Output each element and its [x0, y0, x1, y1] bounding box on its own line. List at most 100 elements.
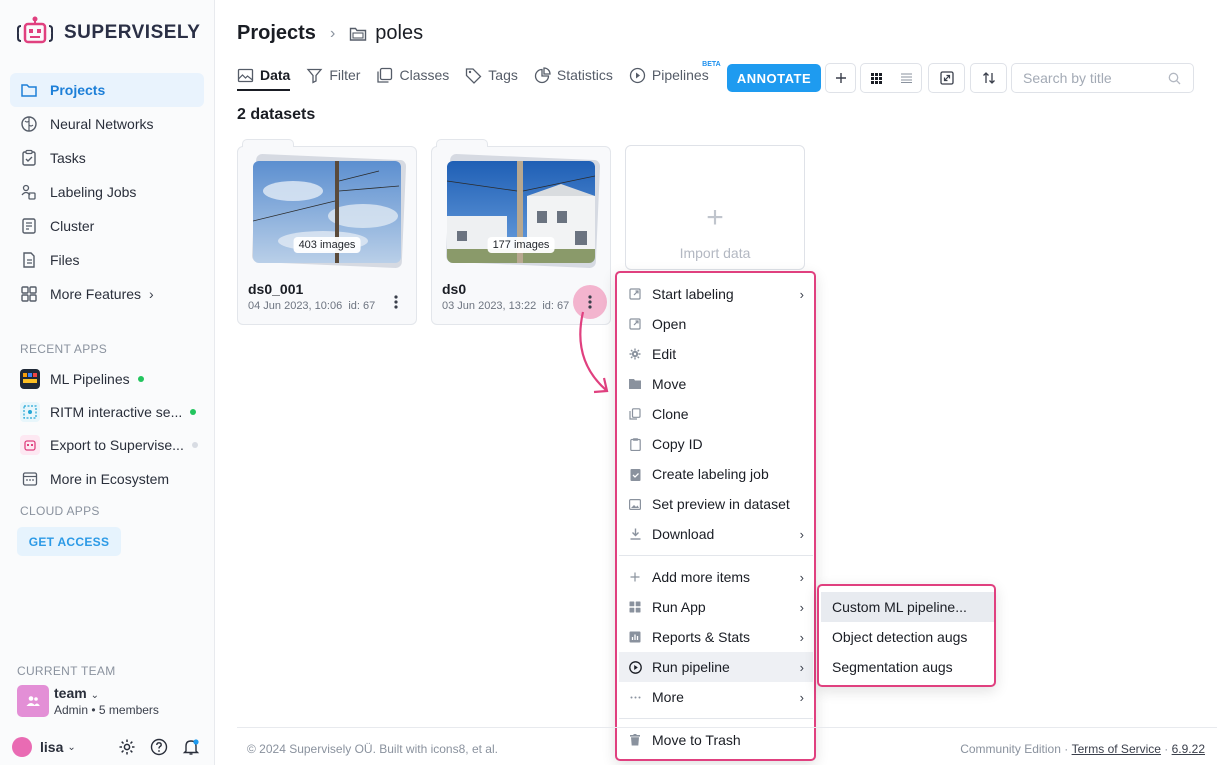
nav-item-cluster[interactable]: Cluster — [10, 209, 204, 243]
submenu-item-object-detection-augs[interactable]: Object detection augs — [821, 622, 994, 652]
dataset-card[interactable]: 177 images ds0 03 Jun 2023, 13:22 id: 67 — [431, 139, 611, 325]
menu-item-set-preview[interactable]: Set preview in dataset — [619, 489, 813, 519]
menu-item-download[interactable]: Download › — [619, 519, 813, 549]
breadcrumb: Projects › poles — [237, 22, 423, 45]
breadcrumb-projects-link[interactable]: Projects — [237, 22, 316, 45]
menu-item-open[interactable]: Open — [619, 309, 813, 339]
tab-classes[interactable]: Classes — [376, 67, 449, 84]
project-tabs: Data Filter Classes Tags Statistics Pipe… — [237, 61, 725, 91]
import-data-label: Import data — [679, 245, 751, 261]
menu-item-run-app[interactable]: Run App › — [619, 592, 813, 622]
dataset-name: ds0_001 — [248, 281, 304, 297]
chevron-right-icon: › — [799, 569, 804, 585]
chevron-right-icon: › — [149, 286, 154, 302]
menu-item-copy-id[interactable]: Copy ID — [619, 429, 813, 459]
clipboard-icon — [628, 437, 642, 451]
import-data-card[interactable]: + Import data — [625, 145, 805, 270]
tab-label: Pipelines — [651, 67, 709, 83]
terms-of-service-link[interactable]: Terms of Service — [1072, 742, 1161, 756]
menu-label: Set preview in dataset — [652, 496, 790, 512]
nav-label: Projects — [50, 82, 106, 98]
menu-item-start-labeling[interactable]: Start labeling › — [619, 279, 813, 309]
gear-icon[interactable] — [118, 738, 136, 756]
recent-app-ml-pipelines[interactable]: ML Pipelines — [20, 369, 200, 389]
image-icon — [628, 497, 642, 511]
submenu-item-segmentation-augs[interactable]: Segmentation augs — [821, 652, 994, 682]
search-icon — [1168, 72, 1181, 84]
help-icon[interactable] — [150, 738, 168, 756]
sidebar: SUPERVISELY Projects Neural Networks Tas… — [0, 0, 215, 765]
footer-edition: Community Edition — [960, 742, 1061, 756]
menu-item-run-pipeline[interactable]: Run pipeline › — [619, 652, 813, 682]
nav-item-files[interactable]: Files — [10, 243, 204, 277]
team-switcher[interactable]: team ⌄ Admin • 5 members — [17, 685, 159, 717]
folder-icon — [21, 84, 37, 97]
menu-item-move[interactable]: Move — [619, 369, 813, 399]
search-input[interactable] — [1023, 70, 1163, 86]
tab-filter[interactable]: Filter — [306, 67, 360, 84]
nav-item-neural-networks[interactable]: Neural Networks — [10, 107, 204, 141]
labeling-jobs-icon — [21, 184, 36, 200]
list-icon — [900, 73, 912, 83]
menu-label: Download — [652, 526, 715, 542]
image-count-badge: 177 images — [487, 237, 555, 253]
team-members: 5 members — [98, 703, 159, 717]
user-name[interactable]: lisa — [40, 739, 63, 755]
menu-item-create-labeling-job[interactable]: Create labeling job — [619, 459, 813, 489]
menu-item-clone[interactable]: Clone — [619, 399, 813, 429]
sort-button[interactable] — [970, 63, 1007, 93]
dataset-meta: 04 Jun 2023, 10:06 id: 67 — [248, 300, 375, 312]
menu-label: More — [652, 689, 684, 705]
chevron-right-icon: › — [799, 286, 804, 302]
tab-statistics[interactable]: Statistics — [534, 66, 613, 84]
footer: © 2024 Supervisely OÜ. Built with icons8… — [237, 727, 1217, 765]
tab-data[interactable]: Data — [237, 67, 291, 91]
dataset-card[interactable]: 403 images ds0_001 04 Jun 2023, 10:06 id… — [237, 139, 417, 325]
dataset-id: id: 67 — [542, 300, 570, 312]
nav-item-labeling-jobs[interactable]: Labeling Jobs — [10, 175, 204, 209]
classes-icon — [377, 67, 393, 83]
tab-tags[interactable]: Tags — [465, 67, 518, 84]
dataset-id: id: 67 — [348, 300, 376, 312]
menu-item-edit[interactable]: Edit — [619, 339, 813, 369]
dataset-name: ds0 — [442, 281, 467, 297]
nav-label: Tasks — [50, 150, 86, 166]
menu-item-add-more-items[interactable]: Add more items › — [619, 562, 813, 592]
nav-item-more-features[interactable]: More Features › — [10, 277, 204, 311]
brain-icon — [21, 116, 37, 132]
status-dot — [137, 376, 144, 382]
chevron-right-icon: › — [799, 659, 804, 675]
menu-divider — [619, 718, 813, 719]
user-bar: lisa ⌄ — [12, 737, 207, 757]
expand-button[interactable] — [928, 63, 965, 93]
nav-item-tasks[interactable]: Tasks — [10, 141, 204, 175]
chevron-right-icon: › — [799, 526, 804, 542]
more-in-ecosystem-link[interactable]: More in Ecosystem — [20, 469, 200, 489]
dataset-menu-button[interactable] — [379, 285, 413, 319]
grid-view-button[interactable] — [861, 64, 891, 92]
list-view-button[interactable] — [891, 64, 921, 92]
get-access-button[interactable]: GET ACCESS — [17, 527, 121, 556]
robot-logo-icon — [16, 16, 54, 44]
external-link-icon — [628, 317, 642, 331]
app-label: RITM interactive se... — [50, 404, 183, 420]
brand-logo[interactable]: SUPERVISELY — [16, 14, 200, 52]
recent-app-ritm[interactable]: RITM interactive se... — [20, 402, 200, 422]
menu-label: Clone — [652, 406, 689, 422]
submenu-item-custom-ml-pipeline[interactable]: Custom ML pipeline... — [821, 592, 994, 622]
version-link[interactable]: 6.9.22 — [1172, 742, 1205, 756]
menu-item-more[interactable]: More › — [619, 682, 813, 712]
menu-item-reports-stats[interactable]: Reports & Stats › — [619, 622, 813, 652]
tab-pipelines[interactable]: Pipelines BETA — [629, 61, 721, 84]
copy-icon — [628, 407, 642, 421]
annotate-button[interactable]: ANNOTATE — [727, 64, 821, 92]
user-avatar[interactable] — [12, 737, 32, 757]
nav-label: Labeling Jobs — [50, 184, 137, 200]
recent-app-export[interactable]: Export to Supervise... — [20, 435, 200, 455]
menu-label: Start labeling — [652, 286, 734, 302]
add-button[interactable] — [825, 63, 856, 93]
menu-label: Add more items — [652, 569, 751, 585]
search-box — [1011, 63, 1194, 93]
bell-icon[interactable] — [182, 738, 200, 756]
nav-item-projects[interactable]: Projects — [10, 73, 204, 107]
